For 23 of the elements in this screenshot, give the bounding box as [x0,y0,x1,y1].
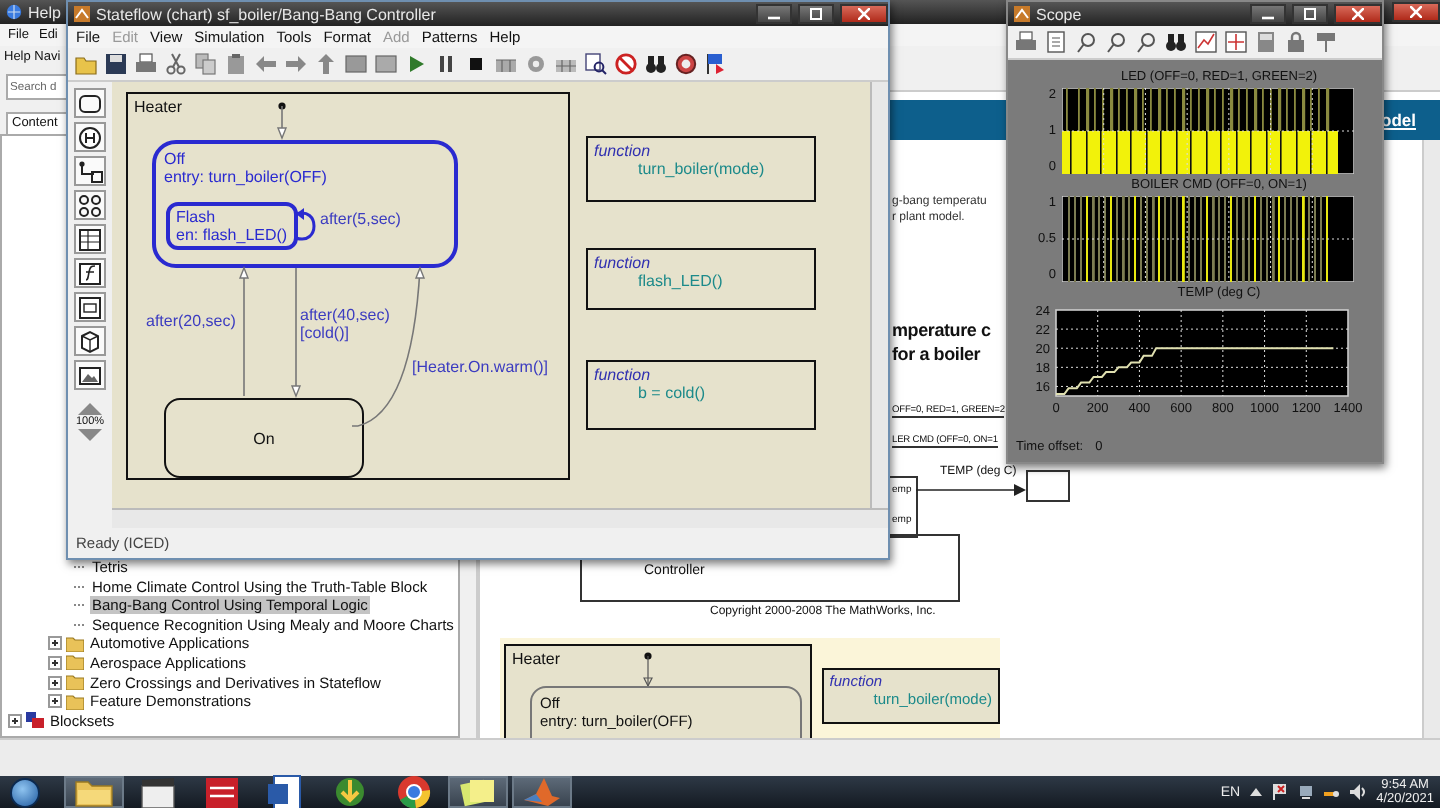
transition-label: after(40,sec) [300,306,390,324]
transition-label: [Heater.On.warm()] [412,358,549,376]
heading-line: for a boiler [892,342,981,366]
function-keyword: function [594,366,653,384]
transition-label: after(5,sec) [320,210,401,228]
function-keyword: function [594,142,653,160]
state-label: Heater [512,650,561,668]
state-label: On [253,429,275,447]
transition-label: [cold()] [300,324,351,342]
state-label: Heater [134,98,185,116]
window-title: Help [28,3,61,21]
heading-line: mperature c [892,318,991,342]
function-signature: b = cold() [636,384,708,402]
window-title: Scope [1036,5,1084,23]
state-action: entry: turn_boiler(OFF) [164,168,329,186]
state-action: en: flash_LED() [176,226,288,244]
window-title: Stateflow (chart) sf_boiler/Bang-Bang Controller [96,5,438,23]
function-keyword: function [594,254,653,272]
function-signature: turn_boiler(mode) [636,160,767,178]
state-label: Flash [176,208,218,226]
function-signature: flash_LED() [636,272,725,290]
transition-label: after(20,sec) [146,312,236,330]
state-label: Off [164,150,188,168]
